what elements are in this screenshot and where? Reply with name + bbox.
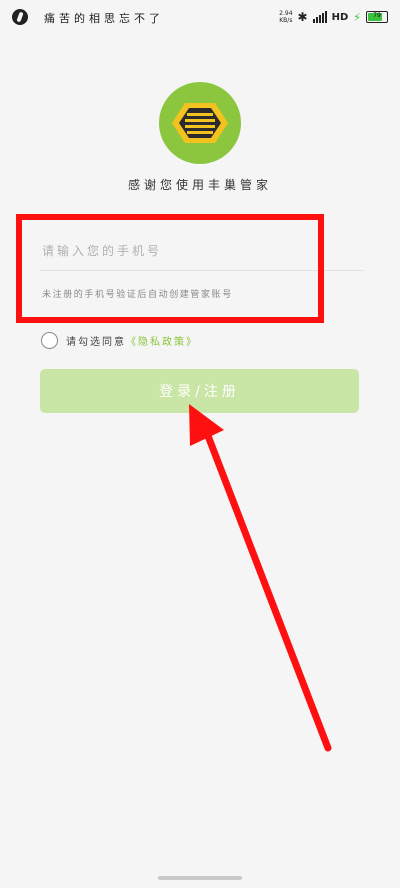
annotation-arrow-icon bbox=[189, 404, 332, 752]
home-indicator[interactable] bbox=[158, 876, 242, 880]
